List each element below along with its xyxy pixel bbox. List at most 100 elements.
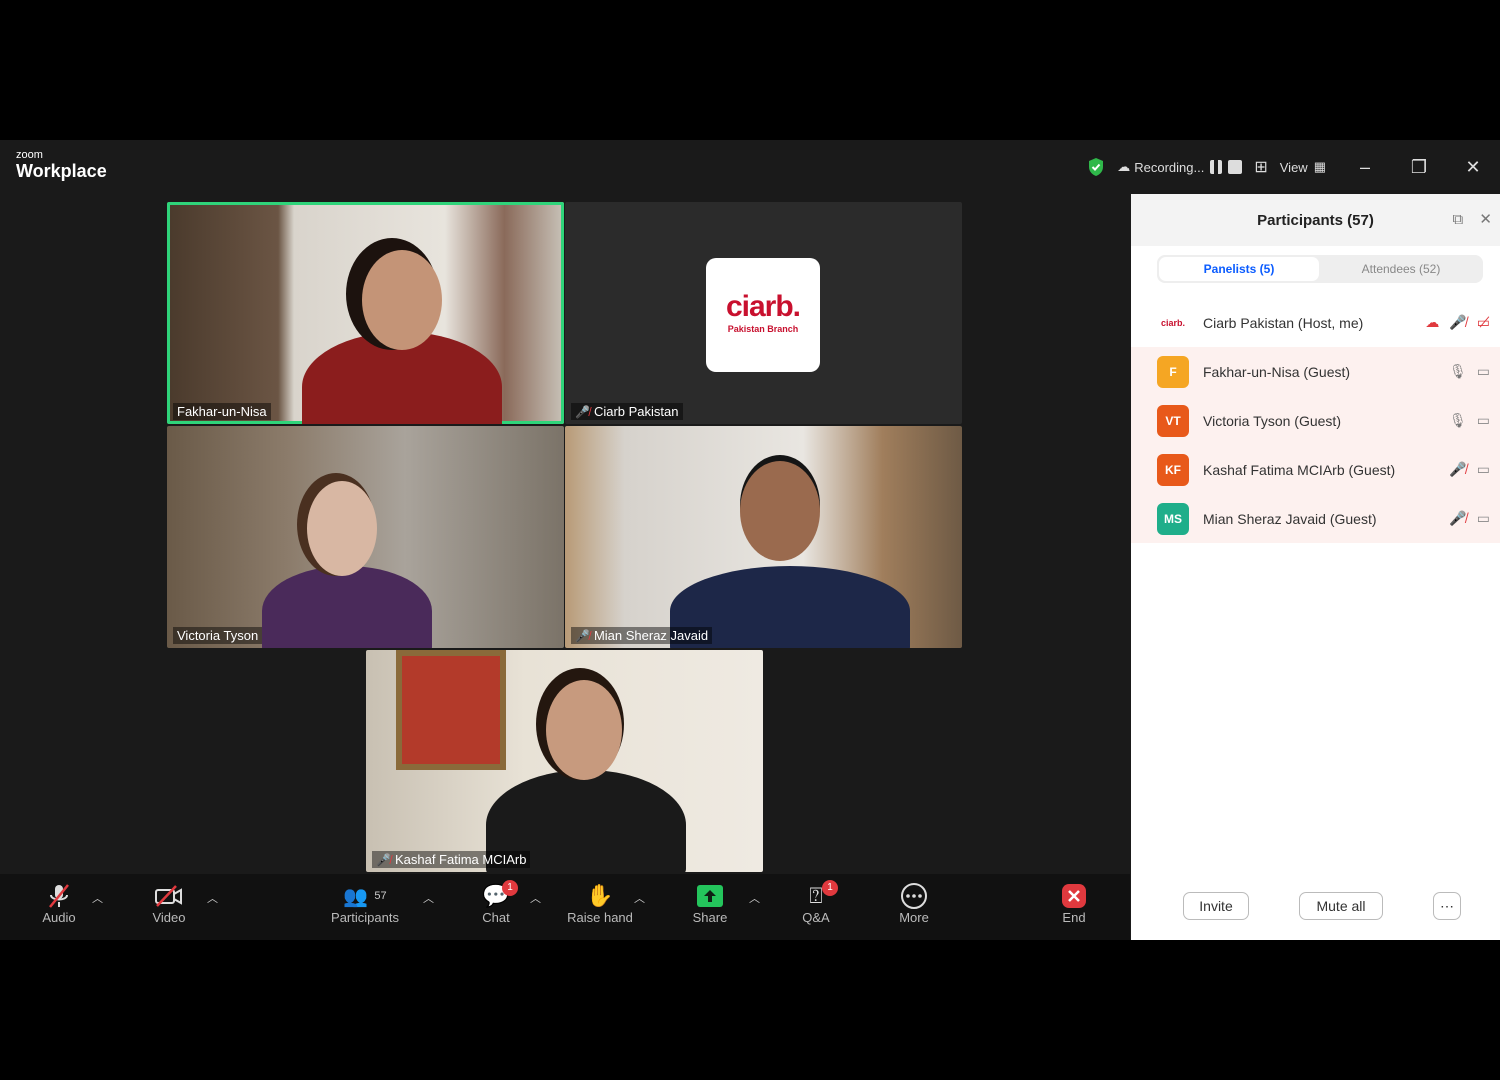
camera-off-icon[interactable]: ▭̸: [1477, 314, 1490, 331]
participant-head: [740, 461, 820, 561]
minimize-button[interactable]: –: [1338, 157, 1392, 178]
share-options-caret[interactable]: ︿: [749, 890, 760, 906]
end-label: End: [1062, 910, 1086, 925]
panel-footer: Invite Mute all ⋯: [1131, 884, 1500, 940]
mic-muted-icon[interactable]: 🎤̸: [1449, 510, 1466, 527]
tile-name-label: 🎤̸ Kashaf Fatima MCIArb: [372, 851, 531, 868]
ciarb-logo-sub: Pakistan Branch: [727, 324, 799, 334]
raise-hand-options-caret[interactable]: ︿: [634, 890, 645, 906]
chat-badge: 1: [502, 880, 518, 896]
mic-muted-icon: 🎤̸: [575, 628, 590, 643]
view-label: View: [1279, 159, 1308, 175]
participants-options-caret[interactable]: ︿: [423, 890, 434, 906]
more-label: More: [899, 910, 929, 925]
participants-button[interactable]: 👥 57 Participants: [322, 882, 408, 926]
mic-muted-icon: [34, 882, 84, 910]
camera-icon[interactable]: ▭: [1477, 363, 1490, 380]
ciarb-logo: ciarb. Pakistan Branch: [706, 258, 820, 372]
video-tile-fakhar[interactable]: Fakhar-un-Nisa: [167, 202, 564, 424]
panel-header: Participants (57) ⧉ ✕: [1131, 194, 1500, 246]
participant-head: [362, 250, 442, 350]
restore-button[interactable]: ❐: [1392, 157, 1446, 178]
title-bar: zoom Workplace ☁ Recording... ⊞ View ▦ –…: [0, 140, 1500, 194]
qa-icon: ⍰ 1: [796, 880, 838, 910]
chat-icon: 💬 1: [474, 880, 518, 910]
recording-label: Recording...: [1134, 159, 1205, 175]
participant-head: [546, 680, 622, 780]
share-label: Share: [692, 910, 728, 925]
chat-options-caret[interactable]: ︿: [530, 890, 541, 906]
mic-muted-icon[interactable]: 🎤̸: [1449, 314, 1466, 331]
video-tile-kashaf[interactable]: 🎤̸ Kashaf Fatima MCIArb: [366, 650, 763, 872]
participant-row-fakhar[interactable]: F Fakhar-un-Nisa (Guest) 🎙 ▭: [1131, 347, 1500, 396]
zoom-logo: zoom Workplace: [16, 150, 107, 182]
raise-hand-label: Raise hand: [567, 910, 633, 925]
video-button[interactable]: Video: [144, 882, 194, 925]
tile-name-label: Fakhar-un-Nisa: [173, 403, 271, 420]
more-options-button[interactable]: ⋯: [1433, 892, 1461, 920]
close-window-button[interactable]: ✕: [1446, 157, 1500, 178]
more-button[interactable]: More: [892, 882, 936, 925]
participants-label: Participants: [331, 910, 399, 925]
brand-big: Workplace: [16, 161, 107, 181]
video-tile-victoria[interactable]: Victoria Tyson: [167, 426, 564, 648]
mute-all-button[interactable]: Mute all: [1299, 892, 1383, 920]
tab-attendees[interactable]: Attendees (52): [1321, 257, 1481, 281]
camera-icon[interactable]: ▭: [1477, 461, 1490, 478]
gallery-grid-icon[interactable]: ⊞: [1254, 157, 1267, 177]
participants-count: 57: [374, 890, 387, 902]
qa-badge: 1: [822, 880, 838, 896]
audio-options-caret[interactable]: ︿: [92, 890, 103, 906]
recording-status[interactable]: ☁ Recording...: [1117, 159, 1243, 175]
video-stage: Fakhar-un-Nisa ciarb. Pakistan Branch 🎤̸…: [0, 194, 1130, 874]
close-panel-icon[interactable]: ✕: [1479, 211, 1492, 228]
view-button[interactable]: View ▦: [1280, 159, 1326, 175]
qa-button[interactable]: ⍰ 1 Q&A: [796, 880, 838, 925]
tab-panelists[interactable]: Panelists (5): [1159, 257, 1319, 281]
tile-name-label: Victoria Tyson: [173, 627, 263, 644]
participants-icon: 👥 57: [343, 885, 387, 908]
zoom-window: zoom Workplace ☁ Recording... ⊞ View ▦ –…: [0, 140, 1500, 940]
host-avatar: ciarb.: [1160, 317, 1185, 328]
participant-head: [307, 481, 377, 576]
mic-icon[interactable]: 🎙: [1449, 412, 1467, 429]
avatar: VT: [1157, 404, 1189, 437]
avatar: MS: [1157, 502, 1189, 535]
mic-muted-icon[interactable]: 🎤̸: [1449, 461, 1466, 478]
camera-icon[interactable]: ▭: [1477, 510, 1490, 527]
video-tile-ciarb[interactable]: ciarb. Pakistan Branch 🎤̸ Ciarb Pakistan: [565, 202, 962, 424]
pop-out-icon[interactable]: ⧉: [1453, 211, 1464, 228]
avatar: F: [1157, 355, 1189, 388]
chat-button[interactable]: 💬 1 Chat: [474, 880, 518, 925]
audio-label: Audio: [42, 910, 76, 925]
encryption-shield-icon[interactable]: [1087, 157, 1105, 177]
tile-name-label: 🎤̸ Ciarb Pakistan: [571, 403, 683, 420]
qa-label: Q&A: [802, 910, 830, 925]
invite-button[interactable]: Invite: [1183, 892, 1249, 920]
wall-painting: [396, 650, 506, 770]
mic-icon[interactable]: 🎙: [1449, 363, 1467, 380]
participant-name: Mian Sheraz Javaid (Guest): [1203, 510, 1377, 527]
video-tile-mian[interactable]: 🎤̸ Mian Sheraz Javaid: [565, 426, 962, 648]
participant-row-mian[interactable]: MS Mian Sheraz Javaid (Guest) 🎤̸ ▭: [1131, 494, 1500, 543]
share-button[interactable]: Share: [688, 882, 732, 925]
audio-button[interactable]: Audio: [34, 882, 84, 925]
participant-row-kashaf[interactable]: KF Kashaf Fatima MCIArb (Guest) 🎤̸ ▭: [1131, 445, 1500, 494]
camera-icon[interactable]: ▭: [1477, 412, 1490, 429]
share-screen-icon: [688, 882, 732, 910]
panel-title: Participants (57): [1257, 212, 1374, 229]
end-button[interactable]: End: [1054, 882, 1094, 925]
chat-label: Chat: [482, 910, 510, 925]
camera-off-icon: [144, 882, 194, 910]
participant-row-victoria[interactable]: VT Victoria Tyson (Guest) 🎙 ▭: [1131, 396, 1500, 445]
participant-row-host[interactable]: ciarb. Ciarb Pakistan (Host, me) ☁ 🎤̸ ▭̸: [1131, 298, 1500, 347]
mic-muted-icon: 🎤̸: [575, 404, 590, 419]
participants-tabs: Panelists (5) Attendees (52): [1157, 255, 1483, 283]
pause-recording-button[interactable]: [1210, 160, 1223, 174]
meeting-toolbar: Audio ︿ Video ︿ 👥 57 Participants ︿ 💬 1 Ch…: [0, 874, 1130, 940]
stop-recording-button[interactable]: [1228, 160, 1243, 174]
video-options-caret[interactable]: ︿: [207, 890, 218, 906]
mic-muted-icon: 🎤̸: [376, 852, 391, 867]
ciarb-logo-word: ciarb.: [725, 290, 801, 323]
raise-hand-button[interactable]: ✋ Raise hand: [562, 882, 638, 925]
